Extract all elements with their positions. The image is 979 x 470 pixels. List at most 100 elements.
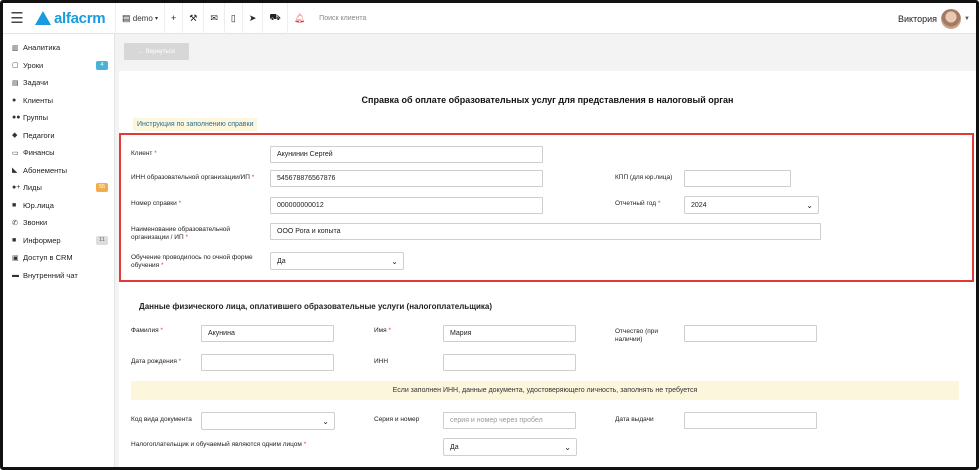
client-label: Клиент * [131, 150, 157, 158]
inn-org-field[interactable]: 545678876567876 [270, 170, 543, 187]
client-field[interactable]: Акунинин Сергей [270, 146, 543, 163]
sidebar-item-label: Задачи [23, 78, 49, 88]
patronymic-label: Отчество (при наличии) [615, 328, 658, 344]
sidebar-item-label: Внутренний чат [23, 270, 78, 280]
doc-code-select[interactable]: ⌄ [201, 412, 335, 430]
required-mark: * [251, 174, 255, 181]
sidebar-item-tasks[interactable]: ▤ Задачи [3, 74, 114, 92]
same-person-label-text: Налогоплательщик и обучаемый являются од… [131, 441, 302, 448]
menu-icon[interactable]: ☰ [3, 3, 31, 34]
cart-button[interactable]: ⛟ [262, 3, 286, 34]
sidebar-item-informer[interactable]: ■ Информер 11 [3, 232, 114, 250]
sidebar-item-clients[interactable]: ● Клиенты [3, 92, 114, 110]
name-field[interactable]: Мария [443, 325, 576, 342]
page-title: Справка об оплате образовательных услуг … [361, 95, 734, 105]
cert-number-field[interactable]: 000000000012 [270, 197, 543, 214]
sidebar-item-label: Звонки [23, 218, 48, 228]
year-select-value: 2024 [691, 201, 707, 209]
required-mark: * [185, 234, 188, 241]
sidebar-item-label: Лиды [23, 183, 42, 193]
fulltime-select[interactable]: Да ⌄ [270, 252, 404, 270]
mobile-button[interactable]: ▯ [223, 3, 242, 34]
cert-number-label: Номер справки * [131, 200, 181, 208]
org-name-field[interactable]: ООО Рога и копыта [270, 223, 821, 240]
envelope-icon: ✉ [210, 12, 218, 23]
same-person-select-value: Да [450, 443, 459, 451]
inn-field[interactable] [443, 354, 576, 371]
surname-label: Фамилия * [131, 327, 163, 335]
informer-badge: 11 [96, 235, 108, 245]
sidebar-item-label: Уроки [23, 60, 44, 70]
lock-icon: ▣ [12, 254, 19, 262]
briefcase-icon: ■ [12, 201, 17, 209]
sidebar-item-finances[interactable]: ▭ Финансы [3, 144, 114, 162]
branch-selector[interactable]: ▤ demo ▾ [115, 3, 164, 34]
birth-date-field[interactable] [201, 354, 334, 371]
chevron-down-icon: ▼ [964, 15, 970, 22]
sidebar-item-legal-entities[interactable]: ■ Юр.лица [3, 197, 114, 215]
required-mark: * [160, 327, 163, 334]
phone-icon: ✆ [12, 219, 18, 227]
inn-note: Если заполнен ИНН, данные документа, удо… [131, 381, 959, 400]
sidebar-item-calls[interactable]: ✆ Звонки [3, 214, 114, 232]
chevron-down-icon: ⌄ [564, 443, 571, 452]
cert-number-label-text: Номер справки [131, 200, 177, 207]
surname-field[interactable]: Акунина [201, 325, 334, 342]
sidebar-item-label: Информер [23, 235, 61, 245]
year-label: Отчетный год * [615, 200, 660, 208]
user-plus-icon: ●+ [12, 184, 21, 192]
mobile-icon: ▯ [230, 12, 236, 23]
mail-button[interactable]: ✉ [203, 3, 224, 34]
app-window: ☰ alfacrm ▤ demo ▾ + ⚒ ✉ ▯ ➤ ⛟ 🔔︎ Поиск … [0, 0, 979, 470]
chat-icon: ▬ [12, 271, 19, 279]
sidebar-item-label: Абонементы [23, 165, 68, 175]
patronymic-label-line1: Отчество (при [615, 328, 658, 335]
sidebar-item-subscriptions[interactable]: ◣ Абонементы [3, 162, 114, 180]
required-mark: * [303, 441, 307, 448]
fulltime-label-line1: Обучение проводилось по очной форме [131, 254, 253, 261]
logo-text: alfacrm [54, 9, 106, 27]
back-button[interactable]: ← Вернуться [124, 43, 189, 60]
inn-org-label-text: ИНН образовательной организации/ИП [131, 174, 250, 181]
year-select[interactable]: 2024 ⌄ [684, 196, 819, 214]
sidebar-item-lessons[interactable]: ▢ Уроки 4 [3, 57, 114, 75]
logo[interactable]: alfacrm [35, 10, 115, 27]
issue-date-label: Дата выдачи [615, 416, 654, 423]
fulltime-label-line2: обучения [131, 262, 160, 269]
send-icon: ➤ [248, 12, 257, 23]
issue-date-field[interactable] [684, 412, 817, 429]
user-menu[interactable]: Виктория ▼ [898, 3, 970, 34]
chart-icon: ▥ [12, 44, 19, 52]
birth-date-label-text: Дата рождения [131, 358, 177, 365]
sidebar-item-crm-access[interactable]: ▣ Доступ в CRM [3, 249, 114, 267]
telegram-button[interactable]: ➤ [241, 3, 263, 34]
plus-icon: + [171, 13, 177, 23]
sidebar-item-analytics[interactable]: ▥ Аналитика [3, 39, 114, 57]
kpp-label: КПП (для юр.лица) [615, 174, 673, 181]
org-name-label-line1: Наименование образовательной [131, 226, 231, 233]
sidebar-item-teachers[interactable]: ◆ Педагоги [3, 127, 114, 145]
series-field[interactable]: серия и номер через пробел [443, 412, 576, 429]
required-mark: * [657, 200, 661, 207]
sidebar-item-leads[interactable]: ●+ Лиды 55 [3, 179, 114, 197]
top-bar: ☰ alfacrm ▤ demo ▾ + ⚒ ✉ ▯ ➤ ⛟ 🔔︎ Поиск … [3, 3, 976, 34]
client-search[interactable]: Поиск клиента [311, 3, 372, 34]
birth-date-label: Дата рождения * [131, 358, 181, 366]
sidebar-item-label: Аналитика [23, 43, 61, 53]
user-icon: ● [12, 96, 17, 104]
add-button[interactable]: + [164, 3, 182, 34]
same-person-select[interactable]: Да ⌄ [443, 438, 577, 456]
avatar [941, 8, 962, 29]
chevron-down-icon: ⌄ [322, 417, 329, 426]
notifications-button[interactable]: 🔔︎ [286, 3, 311, 34]
sidebar-item-internal-chat[interactable]: ▬ Внутренний чат [3, 267, 114, 285]
chevron-down-icon: ▾ [155, 15, 159, 22]
patronymic-field[interactable] [684, 325, 817, 342]
org-name-label-line2: организации / ИП [131, 234, 184, 241]
kpp-field[interactable] [684, 170, 791, 187]
tools-button[interactable]: ⚒ [182, 3, 203, 34]
instruction-link[interactable]: Инструкция по заполнению справки [133, 118, 258, 131]
lessons-badge: 4 [96, 60, 108, 70]
sidebar-item-label: Доступ в CRM [23, 253, 73, 263]
sidebar-item-groups[interactable]: ●● Группы [3, 109, 114, 127]
